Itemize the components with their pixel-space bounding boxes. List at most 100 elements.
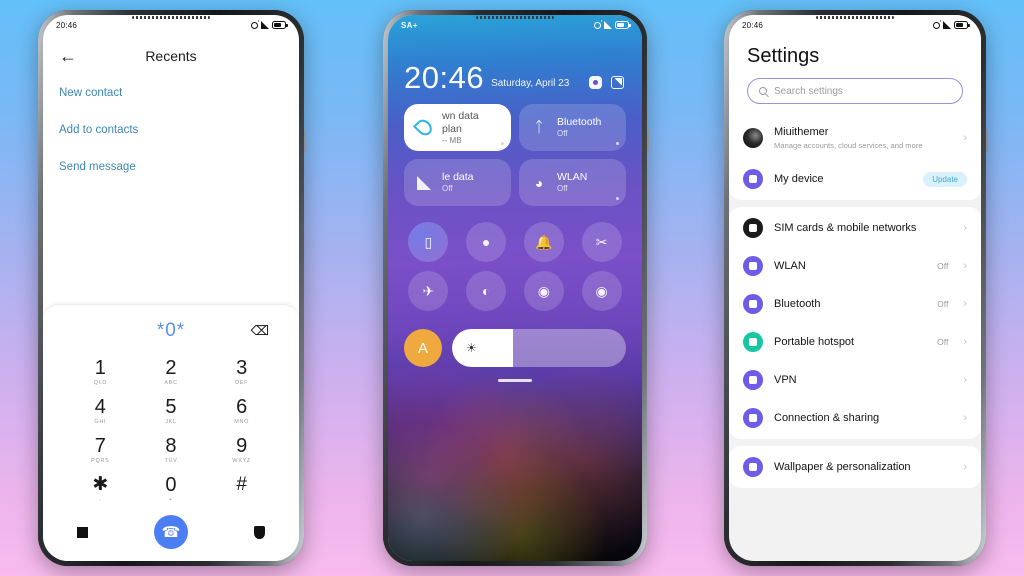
power-button[interactable] [304, 130, 306, 152]
airplane-mode-icon[interactable]: ✈ [408, 271, 449, 312]
tile-indicator-dot [501, 142, 504, 146]
key-digit: 1 [94, 357, 106, 379]
clock-date: Saturday, April 23 [491, 78, 570, 90]
brightness-slider[interactable]: ☀ [452, 329, 626, 368]
settings-header: Settings Search settings [729, 35, 981, 114]
keypad-hide-icon[interactable] [77, 526, 88, 538]
flashlight-icon[interactable]: ● [466, 222, 507, 263]
row-label: Connection & sharing [774, 412, 880, 424]
send-message-link[interactable]: Send message [59, 161, 283, 173]
ringer-bell-icon[interactable]: 🔔 [523, 222, 564, 263]
tile-wlan[interactable]: ◕ WLAN Off [519, 159, 626, 207]
dial-key-4[interactable]: 4 GHI [65, 392, 136, 429]
bluetooth-icon: ᛏ [534, 119, 544, 137]
dial-key-2[interactable]: 2 ABC [136, 353, 207, 390]
edit-tiles-icon[interactable] [611, 76, 624, 90]
screenshot-scissors-icon[interactable]: ✂ [581, 222, 622, 263]
dial-key-hash[interactable]: # [206, 470, 277, 507]
settings-row-wallpaper[interactable]: Wallpaper & personalization › [729, 448, 981, 486]
row-label: WLAN [774, 260, 806, 272]
carrier-label: SA+ [401, 20, 418, 30]
add-to-contacts-link[interactable]: Add to contacts [59, 124, 283, 136]
shield-icon[interactable] [254, 525, 265, 539]
tile-text: wn data plan -- MB [442, 110, 501, 147]
control-center-header: 20:46 Saturday, April 23 [388, 35, 642, 93]
key-digit: 9 [236, 435, 248, 457]
vibrate-icon[interactable]: ▯ [408, 222, 449, 263]
dial-key-1[interactable]: 1 QLD [65, 353, 136, 390]
network-group: SIM cards & mobile networks › WLAN Off ›… [729, 207, 981, 440]
battery-icon [615, 21, 631, 29]
key-letters: DEF [235, 380, 249, 386]
search-input[interactable]: Search settings [747, 78, 963, 104]
settings-row-sim-cards[interactable]: SIM cards & mobile networks › [729, 209, 981, 247]
status-badge[interactable]: Update [923, 171, 967, 187]
dialpad-keys: 1 QLD 2 ABC 3 DEF 4 GHI 5 JKL 6 MNO 7 PQ… [43, 349, 299, 507]
row-label: VPN [774, 374, 797, 386]
wifi-icon: ◕ [534, 174, 544, 191]
dial-key-6[interactable]: 6 MNO [206, 392, 277, 429]
control-center-screen: SA+ 20:46 Saturday, April 23 [388, 15, 642, 561]
row-label: SIM cards & mobile networks [774, 222, 917, 234]
power-button[interactable] [647, 130, 649, 152]
settings-row-vpn[interactable]: VPN › [729, 361, 981, 399]
signal-icon [261, 21, 269, 29]
screen-record-icon[interactable]: ◉ [581, 271, 622, 312]
key-digit: ✱ [92, 474, 109, 495]
dial-key-7[interactable]: 7 PQRS [65, 431, 136, 468]
auto-brightness-button[interactable]: A [404, 329, 442, 368]
key-letters: ABC [164, 380, 178, 386]
tile-title: Bluetooth [557, 116, 602, 129]
phone-call-icon[interactable]: ☎ [154, 515, 188, 549]
location-icon[interactable]: ◉ [523, 271, 564, 312]
tile-text: le data Off [442, 171, 474, 195]
settings-row-my-device[interactable]: My device Update [729, 160, 981, 198]
chevron-right-icon: › [963, 460, 967, 473]
key-letters: PQRS [91, 458, 110, 464]
backspace-icon[interactable]: ⌫ [251, 323, 269, 339]
key-letters: JKL [165, 419, 177, 425]
status-time: 20:46 [742, 20, 764, 30]
settings-row-connection-sharing[interactable]: Connection & sharing › [729, 399, 981, 437]
dial-key-8[interactable]: 8 TUV [136, 431, 207, 468]
tile-title: le data [442, 171, 474, 184]
arrow-left-icon[interactable]: ← [59, 47, 81, 65]
brightness-row: A ☀ [388, 311, 642, 368]
phone-dialer-device: 20:46 ← Recents New contact Add to conta… [38, 10, 306, 566]
row-text: Miuithemer Manage accounts, cloud servic… [774, 125, 952, 151]
brightness-sun-icon: ☀ [466, 341, 477, 356]
water-drop-icon [413, 116, 435, 139]
dialed-number[interactable]: *0* [157, 320, 185, 342]
dial-key-3[interactable]: 3 DEF [206, 353, 277, 390]
row-label: Bluetooth [774, 298, 821, 310]
dialpad-panel: *0* ⌫ 1 QLD 2 ABC 3 DEF 4 GHI 5 JKL 6 MN… [43, 304, 299, 561]
power-button[interactable] [986, 130, 988, 152]
dial-key-star[interactable]: ✱ , [65, 470, 136, 507]
dark-mode-icon[interactable]: ◐ [466, 271, 507, 312]
chevron-right-icon: › [963, 131, 967, 144]
dial-key-9[interactable]: 9 WXYZ [206, 431, 277, 468]
new-contact-link[interactable]: New contact [59, 87, 283, 99]
key-letters: TUV [164, 458, 178, 464]
settings-row-portable-hotspot[interactable]: Portable hotspot Off › [729, 323, 981, 361]
dial-key-0[interactable]: 0 + [136, 470, 207, 507]
toggle-icon-grid: ▯ ● 🔔 ✂ ✈ ◐ ◉ ◉ [388, 206, 642, 312]
device-icon [743, 169, 763, 190]
settings-row-bluetooth[interactable]: Bluetooth Off › [729, 285, 981, 323]
settings-gear-icon[interactable] [589, 76, 602, 90]
settings-row-account[interactable]: Miuithemer Manage accounts, cloud servic… [729, 116, 981, 160]
tile-data-plan[interactable]: wn data plan -- MB [404, 104, 511, 152]
dial-key-5[interactable]: 5 JKL [136, 392, 207, 429]
tile-mobile-data[interactable]: le data Off [404, 159, 511, 207]
wallpaper-icon [743, 457, 763, 478]
page-title: Recents [145, 48, 197, 64]
chevron-right-icon: › [963, 259, 967, 272]
earpiece-speaker [132, 16, 210, 19]
key-letters: GHI [94, 419, 107, 425]
account-group: Miuithemer Manage accounts, cloud servic… [729, 114, 981, 201]
connection-sharing-icon [743, 408, 763, 429]
settings-row-wlan[interactable]: WLAN Off › [729, 247, 981, 285]
tile-bluetooth[interactable]: ᛏ Bluetooth Off [519, 104, 626, 152]
home-indicator[interactable] [498, 379, 532, 382]
row-value: Off [937, 299, 949, 310]
